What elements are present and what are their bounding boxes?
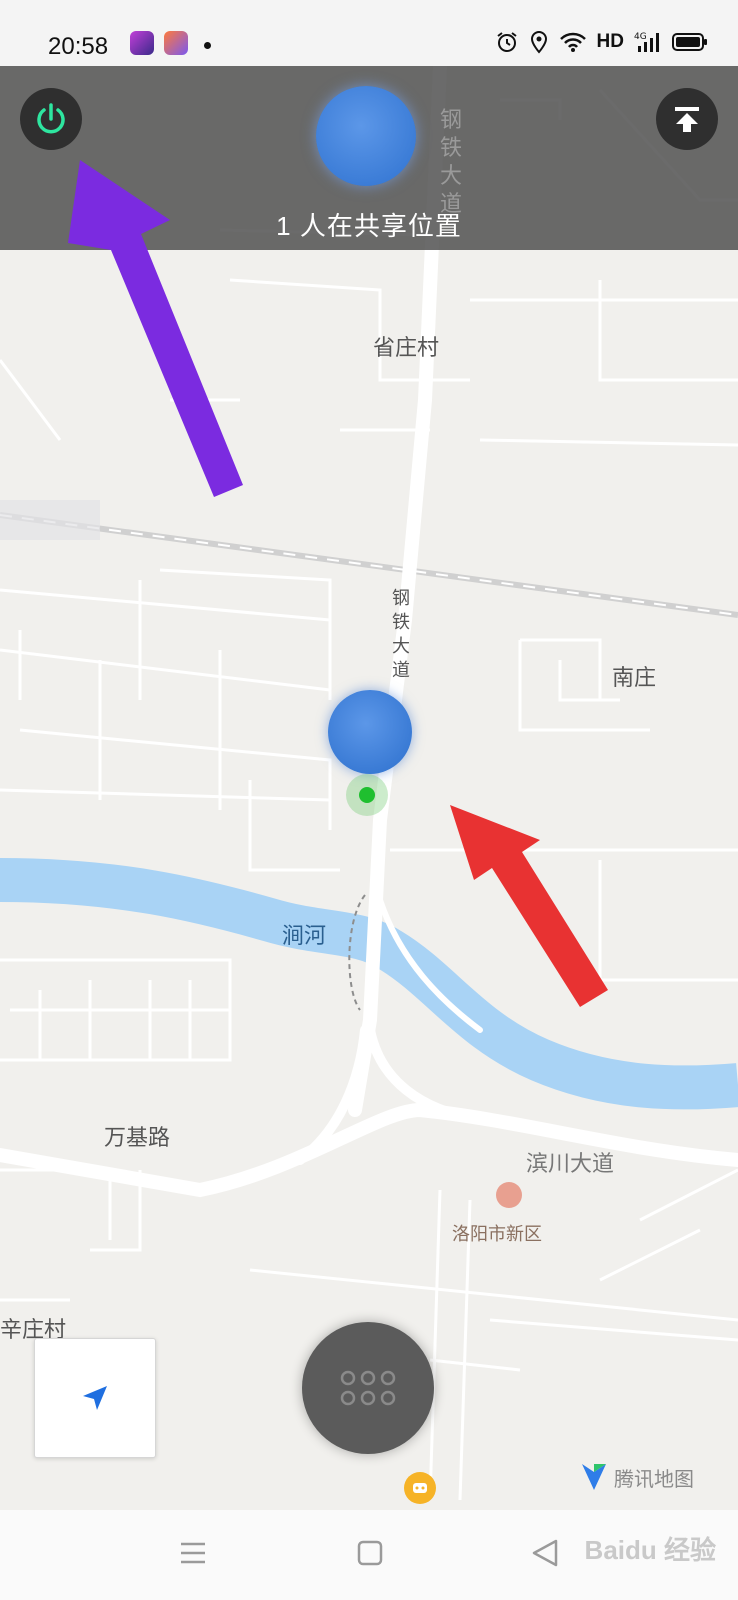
power-icon (37, 103, 65, 134)
map-logo-text: 腾讯地图 (614, 1468, 694, 1491)
svg-text:4G: 4G (634, 32, 647, 42)
map-label-river-road: 滨川大道 (526, 1151, 615, 1176)
notification-dot (204, 42, 211, 49)
location-share-panel: 钢铁大道 1 人在共享位置 (0, 66, 738, 250)
sharing-count-text: 1 人在共享位置 (276, 211, 462, 241)
more-menu-button[interactable] (302, 1322, 434, 1454)
status-time: 20:58 (48, 33, 109, 60)
gallery-app-icon (164, 31, 188, 55)
map-label-wanji-road: 万基路 (104, 1125, 171, 1150)
map-label-village-top: 省庄村 (373, 335, 440, 360)
map-label-road-mid: 钢铁大道 (392, 588, 410, 680)
stop-sharing-button[interactable] (20, 88, 82, 150)
home-nav-button[interactable] (355, 1538, 385, 1568)
network-type: HD (596, 31, 624, 52)
map-provider-logo: 腾讯地图 (580, 1460, 694, 1494)
locate-me-button[interactable] (34, 1338, 156, 1458)
map-label-steel-road: 钢铁大道 (440, 107, 463, 216)
collapse-to-top-button[interactable] (656, 88, 718, 150)
location-pin-icon (530, 30, 547, 54)
navigation-arrow-icon (83, 1386, 107, 1410)
wifi-icon (559, 32, 586, 52)
signal-4g-icon: 4G (634, 32, 659, 52)
map-label-river: 涧河 (282, 923, 327, 948)
grid-dots-icon (340, 1370, 396, 1406)
shared-user-avatar[interactable] (316, 86, 416, 186)
menu-nav-button[interactable] (178, 1538, 208, 1568)
alarm-icon (496, 32, 517, 52)
poi-bubble-icon[interactable] (404, 1472, 436, 1504)
baidu-watermark: Baidu 经验 (584, 1535, 716, 1565)
status-bar: 20:58 HD 4G (0, 0, 738, 66)
poi-marker[interactable] (496, 1182, 522, 1208)
back-nav-button[interactable] (530, 1538, 560, 1568)
battery-icon (672, 33, 707, 51)
map-label-poi[interactable]: 洛阳市新区 (452, 1220, 572, 1246)
video-app-icon (130, 31, 154, 55)
status-icons: HD 4G (495, 30, 708, 54)
map-label-nanzhuang: 南庄 (612, 665, 657, 690)
my-location-dot (346, 774, 388, 816)
tencent-map-logo-icon (582, 1464, 606, 1490)
user-avatar-marker[interactable] (328, 690, 412, 774)
upload-to-top-icon (675, 107, 699, 132)
